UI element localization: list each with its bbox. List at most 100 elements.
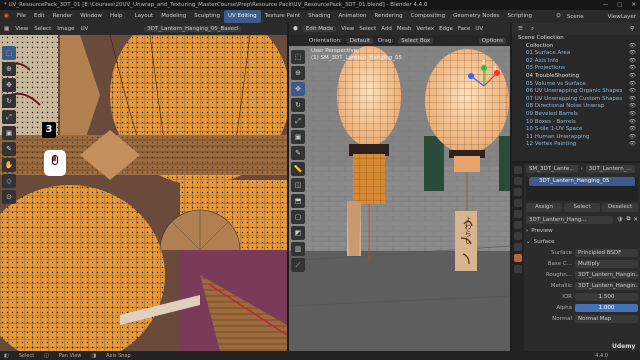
vp-add-cube-tool-icon[interactable]: ◫: [291, 178, 305, 192]
outliner-item[interactable]: 04 TroubleShooting 👁: [512, 73, 640, 81]
surface-section-header[interactable]: ⌄ Surface: [526, 236, 638, 247]
sample-tool-icon[interactable]: ⊙: [2, 190, 16, 204]
property-value[interactable]: 3DT_Lantern_Hangin...: [575, 281, 638, 290]
visibility-eye-icon[interactable]: 👁: [629, 50, 636, 58]
image-selector[interactable]: 3DT_Lantern_Hanging_05_Basecl: [144, 26, 242, 32]
texture-tab-icon[interactable]: [514, 265, 522, 273]
vp-transform-tool-icon[interactable]: ▣: [291, 130, 305, 144]
property-value[interactable]: 3DT_Lantern_Hangin...: [575, 270, 638, 279]
vp-menu-edge[interactable]: Edge: [439, 26, 453, 32]
tab-animation[interactable]: Animation: [334, 10, 370, 23]
tab-modeling[interactable]: Modeling: [157, 10, 190, 23]
vp-select-tool-icon[interactable]: ⬚: [291, 50, 305, 64]
vp-menu-face[interactable]: Face: [458, 26, 470, 32]
menu-window[interactable]: Window: [76, 10, 106, 23]
vp-measure-tool-icon[interactable]: 📏: [291, 162, 305, 176]
blender-logo-icon[interactable]: ◉: [0, 10, 13, 23]
output-tab-icon[interactable]: [514, 188, 522, 196]
tab-shading[interactable]: Shading: [304, 10, 334, 23]
maximize-icon[interactable]: □: [617, 0, 622, 10]
tab-sculpting[interactable]: Sculpting: [190, 10, 224, 23]
tab-uv-editing[interactable]: UV Editing: [223, 10, 261, 23]
world-tab-icon[interactable]: [514, 210, 522, 218]
material-slot-list[interactable]: 3DT_Lantern_Hanging_05: [526, 177, 638, 201]
uv-menu-view[interactable]: View: [15, 26, 28, 32]
object-tab-icon[interactable]: [514, 221, 522, 229]
uv-menu-image[interactable]: Image: [57, 26, 74, 32]
modifier-tab-icon[interactable]: [514, 232, 522, 240]
vp-menu-mesh[interactable]: Mesh: [397, 26, 411, 32]
visibility-eye-icon[interactable]: 👁: [629, 119, 636, 127]
vp-cursor-tool-icon[interactable]: ⊕: [291, 66, 305, 80]
outliner-item[interactable]: 11 Human Unwrapping 👁: [512, 134, 640, 142]
menu-help[interactable]: Help: [106, 10, 127, 23]
tab-rendering[interactable]: Rendering: [371, 10, 407, 23]
tab-texture-paint[interactable]: Texture Paint: [261, 10, 305, 23]
fake-user-icon[interactable]: 🛡: [616, 217, 623, 223]
material-tab-icon[interactable]: [514, 254, 522, 262]
vp-scale-tool-icon[interactable]: ⤢: [291, 114, 305, 128]
transform-tool-icon[interactable]: ▣: [2, 126, 16, 140]
breadcrumb-object[interactable]: SM_3DT_Lante...: [526, 164, 578, 173]
drag-dropdown[interactable]: Select Box: [398, 37, 434, 44]
grab-tool-icon[interactable]: ✋: [2, 158, 16, 172]
viewport-editor-icon[interactable]: ⬢: [293, 26, 298, 32]
close-icon[interactable]: ✕: [631, 0, 636, 10]
scene-tab-icon[interactable]: [514, 199, 522, 207]
move-tool-icon[interactable]: ✥: [2, 78, 16, 92]
property-value[interactable]: 1.500: [575, 292, 638, 301]
visibility-eye-icon[interactable]: 👁: [629, 126, 636, 134]
tab-layout[interactable]: Layout: [131, 10, 158, 23]
outliner-item[interactable]: 07 UV Unwrapping Custom Shapes 👁: [512, 96, 640, 104]
outliner-item[interactable]: 10 Boxes - Barrels 👁: [512, 119, 640, 127]
menu-edit[interactable]: Edit: [30, 10, 49, 23]
outliner-item[interactable]: 02 Axis Info 👁: [512, 58, 640, 66]
vp-menu-select[interactable]: Select: [359, 26, 376, 32]
rip-tool-icon[interactable]: ◇: [2, 174, 16, 188]
3d-viewport[interactable]: User Perspective (1) SM_3DT_Lantern_Hang…: [289, 46, 510, 351]
breadcrumb-material[interactable]: 3DT_Lantern_...: [585, 164, 635, 173]
outliner-item[interactable]: 09 Beveled Barrels 👁: [512, 111, 640, 119]
vp-bevel-tool-icon[interactable]: ◩: [291, 226, 305, 240]
outliner-item[interactable]: 05 Volume vs Surface 👁: [512, 81, 640, 89]
tab-compositing[interactable]: Compositing: [407, 10, 449, 23]
tab-scripting[interactable]: Scripting: [504, 10, 536, 23]
visibility-eye-icon[interactable]: 👁: [629, 73, 636, 81]
material-name-field[interactable]: 3DT_Lantern_Hang...: [526, 215, 614, 224]
visibility-eye-icon[interactable]: 👁: [629, 96, 636, 104]
property-value[interactable]: Multiply: [575, 259, 638, 268]
annotate-tool-icon[interactable]: ✎: [2, 142, 16, 156]
menu-file[interactable]: File: [13, 10, 30, 23]
data-tab-icon[interactable]: [514, 243, 522, 251]
vp-menu-add[interactable]: Add: [381, 26, 392, 32]
view-layer-name[interactable]: ViewLayer: [608, 14, 636, 20]
outliner-item[interactable]: 10 S-tile 1-UV Space 👁: [512, 126, 640, 134]
cursor-tool-icon[interactable]: ⊕: [2, 62, 16, 76]
menu-render[interactable]: Render: [49, 10, 77, 23]
deselect-button[interactable]: Deselect: [602, 203, 638, 212]
property-value[interactable]: Principled BSDF: [575, 248, 638, 257]
material-slot-item[interactable]: 3DT_Lantern_Hanging_05: [529, 177, 635, 186]
vp-rotate-tool-icon[interactable]: ↻: [291, 98, 305, 112]
editor-type-icon[interactable]: ▦: [4, 26, 9, 32]
visibility-eye-icon[interactable]: 👁: [629, 103, 636, 111]
outliner-item[interactable]: 03 Projections 👁: [512, 65, 640, 73]
property-value[interactable]: Normal Map: [575, 314, 638, 323]
scene-name[interactable]: Scene: [567, 14, 584, 20]
visibility-eye-icon[interactable]: 👁: [629, 58, 636, 66]
outliner-filter-icon[interactable]: ⚲: [630, 26, 634, 32]
uv-menu-uv[interactable]: UV: [80, 26, 88, 32]
scale-tool-icon[interactable]: ⤢: [2, 110, 16, 124]
vp-extrude-tool-icon[interactable]: ⬒: [291, 194, 305, 208]
outliner-item[interactable]: 06 UV Unwrapping Organic Shapes 👁: [512, 88, 640, 96]
outliner-item[interactable]: 01 Surface Area 👁: [512, 50, 640, 58]
property-value[interactable]: 1.000: [575, 303, 638, 312]
mode-selector[interactable]: Edit Mode: [302, 26, 337, 32]
render-tab-icon[interactable]: [514, 177, 522, 185]
tool-tab-icon[interactable]: [514, 166, 522, 174]
orientation-dropdown[interactable]: Default: [346, 37, 374, 44]
vp-annotate-tool-icon[interactable]: ✎: [291, 146, 305, 160]
select-box-tool-icon[interactable]: ⬚: [2, 46, 16, 60]
select-button[interactable]: Select: [564, 203, 600, 212]
visibility-eye-icon[interactable]: 👁: [629, 111, 636, 119]
